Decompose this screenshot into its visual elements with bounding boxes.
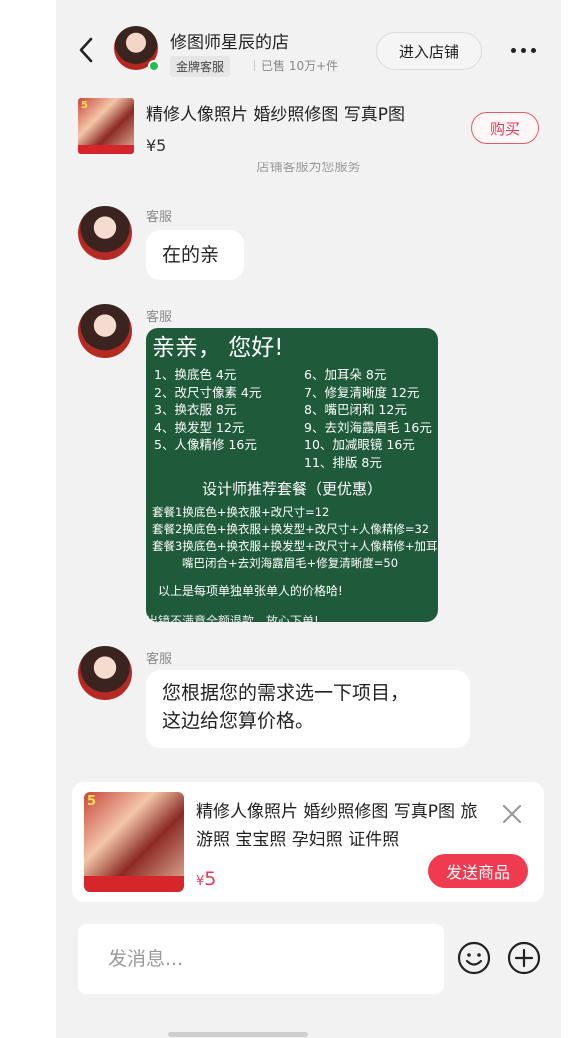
sender-name: 客服 (146, 652, 173, 667)
message-bubble[interactable]: 您根据您的需求选一下项目， 这边给您算价格。 (146, 670, 470, 748)
price-item: 7、修复清晰度 12元 (304, 384, 420, 400)
price-item: 4、换发型 12元 (154, 419, 245, 435)
price-item: 9、去刘海露眉毛 16元 (304, 419, 432, 435)
sold-count: 已售 10万+件 (254, 57, 338, 74)
price-item: 10、加减眼镜 16元 (304, 437, 415, 452)
send-product-button[interactable]: 发送商品 (428, 854, 528, 888)
agent-avatar[interactable] (78, 206, 132, 260)
price-item: 2、改尺寸像素 4元 (154, 384, 262, 400)
back-button[interactable] (78, 32, 102, 68)
message-input[interactable] (78, 924, 444, 994)
packages-title: 设计师推荐套餐（更优惠） (201, 480, 382, 498)
price-item: 8、嘴巴闭和 12元 (304, 402, 407, 417)
product-price: ¥5 (196, 868, 217, 890)
product-thumbnail: 5 (78, 98, 134, 154)
plus-icon (507, 941, 541, 975)
sender-name: 客服 (146, 310, 173, 325)
close-button[interactable] (500, 802, 524, 826)
product-thumbnail: 5 (84, 792, 184, 892)
price-item: 1、换底色 4元 (154, 367, 237, 382)
package-item: 套餐2换底色+换衣服+换发型+改尺寸+人像精修=32 (152, 522, 430, 536)
price-list-right-column: 6、加耳朵 8元 7、修复清晰度 12元 8、嘴巴闭和 12元 9、去刘海露眉毛… (304, 366, 432, 471)
chat-header: 修图师星辰的店 金牌客服 已售 10万+件 进入店铺 (56, 10, 561, 88)
more-dots-icon (510, 47, 516, 53)
input-bar (56, 918, 561, 1008)
more-actions-button[interactable] (506, 940, 542, 976)
agent-avatar[interactable] (78, 646, 132, 700)
packages-list: 套餐1换底色+换衣服+改尺寸=12 套餐2换底色+换衣服+换发型+改尺寸+人像精… (152, 504, 438, 572)
buy-button[interactable]: 购买 (471, 112, 539, 144)
price-item: 6、加耳朵 8元 (304, 367, 387, 382)
gold-service-badge: 金牌客服 (170, 56, 231, 77)
price-list-image[interactable]: 亲亲， 您好! 1、换底色 4元 2、改尺寸像素 4元 3、换衣服 8元 4、换… (146, 328, 438, 622)
package-item: 套餐3换底色+换衣服+换发型+改尺寸+人像精修+加耳朵+ (152, 539, 438, 553)
price-footer-cut: 出镜不满意全额退款，放心下单! (146, 614, 319, 622)
product-title: 精修人像照片 婚纱照修图 写真P图 旅游照 宝宝照 孕妇照 证件照 (196, 802, 478, 850)
product-price: ¥5 (146, 136, 167, 155)
sender-name: 客服 (146, 210, 173, 225)
package-item: 套餐1换底色+换衣服+改尺寸=12 (152, 505, 330, 519)
service-notice: 店铺客服为您服务 (256, 162, 361, 175)
online-indicator (148, 60, 160, 72)
price-item: 3、换衣服 8元 (154, 402, 237, 417)
close-icon (502, 804, 522, 824)
product-title: 精修人像照片 婚纱照修图 写真P图 (146, 105, 406, 125)
enter-shop-button[interactable]: 进入店铺 (376, 32, 482, 70)
shop-name: 修图师星辰的店 (170, 33, 289, 53)
message-bubble[interactable]: 在的亲 (146, 230, 244, 280)
price-list-greeting: 亲亲， 您好! (152, 335, 284, 361)
chat-screen: 修图师星辰的店 金牌客服 已售 10万+件 进入店铺 5 精修人像照片 婚纱照修… (56, 0, 561, 1038)
price-item: 11、排版 8元 (304, 454, 382, 470)
back-arrow-icon (79, 37, 93, 63)
home-indicator[interactable] (168, 1032, 308, 1037)
more-button[interactable] (508, 42, 538, 58)
emoji-button[interactable] (456, 940, 492, 976)
package-item: 嘴巴闭合+去刘海露眉毛+修复清晰度=50 (182, 556, 399, 570)
product-send-card: 5 精修人像照片 婚纱照修图 写真P图 旅游照 宝宝照 孕妇照 证件照 ¥5 发… (72, 782, 544, 902)
agent-avatar[interactable] (78, 304, 132, 358)
status-bar (56, 0, 561, 10)
price-list-left-column: 1、换底色 4元 2、改尺寸像素 4元 3、换衣服 8元 4、换发型 12元 5… (154, 366, 261, 454)
price-item: 5、人像精修 16元 (154, 437, 257, 452)
pinned-product-bar[interactable]: 5 精修人像照片 婚纱照修图 写真P图 ¥5 购买 (56, 90, 561, 170)
emoji-icon (457, 941, 491, 975)
price-note: 以上是每项单独单张单人的价格哈! (158, 584, 343, 598)
